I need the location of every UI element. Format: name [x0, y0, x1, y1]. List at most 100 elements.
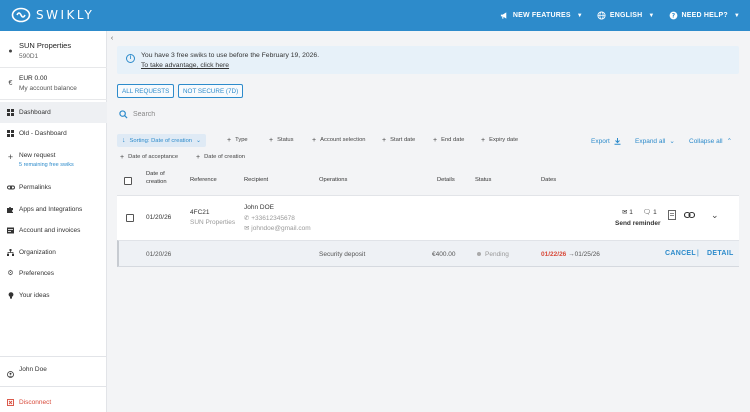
- sidebar-item-permalinks[interactable]: Permalinks: [0, 177, 107, 198]
- row-date: 01/20/26: [146, 214, 172, 221]
- link-icon: [7, 184, 15, 191]
- search-input[interactable]: [133, 108, 633, 121]
- sidebar-collapse-button[interactable]: ‹: [107, 33, 117, 43]
- new-features-label: NEW FEATURES: [512, 12, 571, 19]
- sidebar-item-preferences[interactable]: ⚙ Preferences: [0, 263, 107, 284]
- download-icon: [614, 137, 621, 145]
- sidebar-item-apps[interactable]: Apps and Integrations: [0, 199, 107, 220]
- grid-icon: [7, 109, 14, 116]
- sidebar-item-label: New request: [19, 152, 56, 159]
- row-reference: 4FC21: [190, 209, 210, 216]
- comment-counter: 🗨 1: [643, 208, 657, 216]
- start-date-chip[interactable]: + Start date: [382, 134, 415, 146]
- sorting-chip[interactable]: ↓ Sorting: Date of creation ⌄: [117, 134, 207, 147]
- recipient-name: John DOE: [244, 204, 274, 211]
- sidebar-item-ideas[interactable]: Your ideas: [0, 285, 107, 306]
- phone-icon: ✆: [244, 215, 250, 222]
- date-of-creation-chip[interactable]: + Date of creation: [196, 151, 245, 163]
- sidebar-item-organization[interactable]: Organization: [0, 242, 107, 263]
- new-features-menu[interactable]: NEW FEATURES ▼: [500, 11, 583, 20]
- search-icon: [119, 110, 128, 119]
- document-icon[interactable]: [668, 210, 676, 222]
- brand-name: SWIKLY: [36, 8, 95, 22]
- all-requests-button[interactable]: ALL REQUESTS: [117, 84, 175, 98]
- detail-button[interactable]: DETAIL: [707, 250, 734, 257]
- account-balance[interactable]: € EUR 0.00 My account balance: [0, 68, 107, 100]
- disconnect-button[interactable]: Disconnect: [0, 386, 107, 412]
- sidebar-item-old-dashboard[interactable]: Old - Dashboard: [0, 123, 107, 144]
- end-date-chip[interactable]: + End date: [433, 134, 464, 146]
- status-filter-chip[interactable]: + Status: [269, 134, 294, 146]
- operation-status: Pending: [477, 251, 509, 258]
- mail-counter: ✉ 1: [622, 208, 633, 216]
- chevron-down-icon: ⌄: [669, 138, 675, 145]
- swikly-logo[interactable]: SWIKLY: [11, 7, 94, 23]
- plus-icon: +: [227, 136, 232, 144]
- header-status: Status: [475, 177, 492, 183]
- sidebar-item-label: Permalinks: [19, 184, 52, 191]
- select-all-checkbox[interactable]: [124, 177, 132, 185]
- sorting-label: Sorting: Date of creation: [129, 137, 193, 144]
- company-selector[interactable]: ● SUN Properties 590D1: [0, 38, 107, 68]
- expand-all-label: Expand all: [635, 137, 666, 145]
- end-date-label: End date: [441, 137, 465, 143]
- grid-icon: [7, 130, 14, 137]
- banner-link[interactable]: To take advantage, click here: [141, 62, 229, 69]
- sidebar-item-label: Account and invoices: [19, 227, 81, 234]
- expiry-date-chip[interactable]: + Expiry date: [481, 134, 518, 146]
- row-checkbox[interactable]: [126, 214, 134, 222]
- sidebar-item-label: Organization: [19, 249, 56, 256]
- user-icon: [7, 371, 14, 378]
- plus-icon: +: [382, 136, 387, 144]
- table-row[interactable]: 01/20/26 4FC21 SUN Properties John DOE ✆…: [117, 195, 739, 240]
- top-nav: NEW FEATURES ▼ ENGLISH ▼ ? NEED HELP? ▼: [500, 0, 740, 31]
- not-secure-button[interactable]: NOT SECURE (7D): [178, 84, 244, 98]
- operation-amount: €400.00: [432, 251, 456, 258]
- user-profile[interactable]: John Doe: [0, 356, 107, 386]
- sidebar-item-label: Preferences: [19, 270, 55, 277]
- search-bar: [117, 106, 739, 123]
- puzzle-icon: [7, 206, 14, 213]
- export-button[interactable]: Export: [591, 135, 621, 147]
- operation-end-date: 01/25/26: [574, 251, 600, 258]
- expand-row-chevron-icon[interactable]: ⌄: [711, 210, 719, 221]
- operation-dates: 01/22/26 →01/25/26: [541, 251, 600, 258]
- date-of-acceptance-chip[interactable]: + Date of acceptance: [120, 151, 178, 163]
- recipient-phone: ✆ +33612345678: [244, 214, 295, 222]
- language-menu[interactable]: ENGLISH ▼: [597, 11, 655, 20]
- org-chart-icon: [7, 249, 14, 256]
- plus-icon: +: [269, 136, 274, 144]
- collapse-all-button[interactable]: Collapse all ⌃: [689, 135, 732, 147]
- sidebar: ● SUN Properties 590D1 € EUR 0.00 My acc…: [0, 31, 107, 412]
- megaphone-icon: [500, 12, 507, 19]
- sidebar-item-dashboard[interactable]: Dashboard: [0, 102, 107, 123]
- send-reminder-button[interactable]: Send reminder: [615, 220, 661, 227]
- copy-link-icon[interactable]: [683, 211, 696, 221]
- expand-all-button[interactable]: Expand all ⌄: [635, 135, 675, 147]
- operation-row[interactable]: 01/20/26 Security deposit €400.00 Pendin…: [117, 240, 739, 267]
- gear-icon: ⚙: [7, 270, 14, 277]
- plus-icon: +: [481, 136, 486, 144]
- account-selection-chip[interactable]: + Account selection: [312, 134, 366, 146]
- plus-icon: +: [7, 152, 14, 162]
- balance-amount: EUR 0.00: [19, 75, 48, 82]
- sidebar-item-new-request[interactable]: + New request 5 remaining free swiks: [0, 150, 107, 172]
- company-code: 590D1: [19, 53, 39, 60]
- comment-icon: 🗨: [643, 209, 652, 216]
- header-date-of-creation[interactable]: Date of creation: [146, 171, 167, 185]
- lightbulb-icon: [7, 292, 14, 299]
- status-dot-icon: [477, 252, 481, 257]
- chevron-down-icon: ▼: [576, 12, 583, 19]
- start-date-label: Start date: [390, 137, 416, 143]
- date-of-creation-label: Date of creation: [204, 154, 246, 160]
- export-label: Export: [591, 137, 610, 145]
- cancel-button[interactable]: CANCEL: [665, 250, 696, 257]
- remaining-swiks-note: 5 remaining free swiks: [19, 162, 74, 168]
- recipient-email-value: johndoe@gmail.com: [251, 225, 311, 232]
- euro-icon: €: [8, 80, 13, 87]
- table-header: Date of creation Reference Recipient Ope…: [117, 168, 739, 195]
- sidebar-item-invoices[interactable]: Account and invoices: [0, 220, 107, 241]
- help-menu[interactable]: ? NEED HELP? ▼: [669, 11, 740, 20]
- type-filter-chip[interactable]: + Type: [227, 134, 248, 146]
- envelope-icon: ✉: [622, 209, 628, 216]
